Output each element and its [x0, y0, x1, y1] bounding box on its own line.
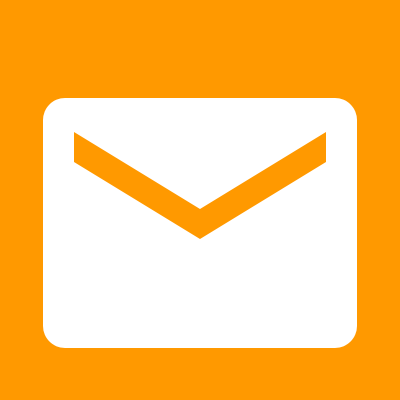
mail-icon: [0, 0, 400, 400]
mail-app-icon[interactable]: [0, 0, 400, 400]
